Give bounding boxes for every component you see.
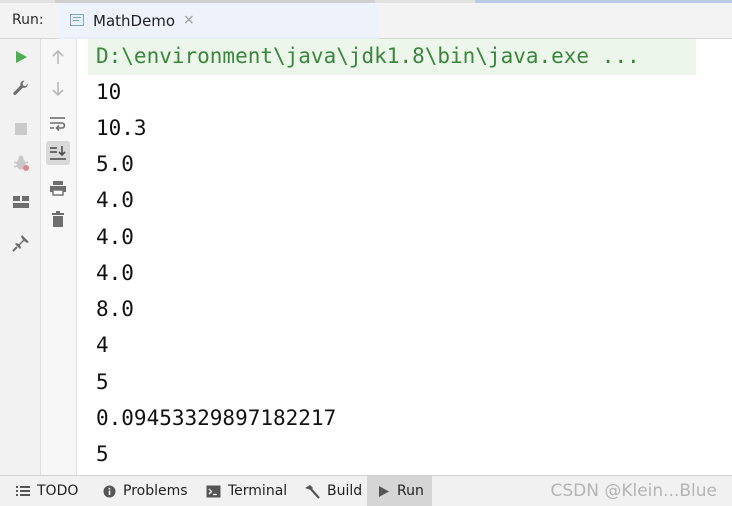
watermark-text: CSDN @Klein...Blue <box>550 481 717 501</box>
console-line: 4.0 <box>96 225 134 249</box>
problems-tool-button[interactable]: Problems <box>103 476 188 506</box>
modify-config-button[interactable] <box>9 76 33 100</box>
print-button[interactable] <box>46 176 70 200</box>
build-label: Build <box>327 483 363 499</box>
console-line: 0.09453329897182217 <box>96 406 337 430</box>
todo-tool-button[interactable]: TODO <box>16 476 78 506</box>
debug-icon <box>13 155 29 171</box>
console-line: 4.0 <box>96 261 134 285</box>
console-line: 5 <box>96 370 109 394</box>
close-tab-icon[interactable]: × <box>183 12 195 28</box>
tab-title: MathDemo <box>93 12 176 30</box>
hammer-icon <box>304 484 320 499</box>
clear-all-button[interactable] <box>46 207 70 231</box>
run-panel-label: Run: <box>12 12 44 28</box>
scroll-to-end-button[interactable] <box>46 141 70 165</box>
tool-window-bar: TODO Problems Terminal Build Run CSDN @K… <box>0 475 732 506</box>
rerun-button[interactable] <box>9 45 33 69</box>
console-toolbar <box>41 39 77 475</box>
wrench-icon <box>13 80 28 95</box>
stop-icon <box>15 123 27 135</box>
console-config-icon <box>70 14 84 26</box>
tab-mathdemo[interactable]: MathDemo × <box>58 3 378 39</box>
console-line: 10 <box>96 80 122 104</box>
next-occurrence-button[interactable] <box>46 77 70 101</box>
console-line: 5 <box>96 442 109 466</box>
console-line: 8.0 <box>96 297 134 321</box>
run-tool-button[interactable]: Run <box>367 476 432 506</box>
scroll-to-end-icon <box>50 146 66 160</box>
todo-label: TODO <box>37 483 79 499</box>
print-icon <box>50 181 66 196</box>
layout-icon <box>13 196 29 208</box>
layout-button[interactable] <box>9 190 33 214</box>
terminal-tool-button[interactable]: Terminal <box>206 476 287 506</box>
trash-icon <box>52 211 64 227</box>
previous-occurrence-button[interactable] <box>46 45 70 69</box>
terminal-icon <box>206 485 221 498</box>
stop-button[interactable] <box>9 117 33 141</box>
console-line: 4.0 <box>96 188 134 212</box>
problems-label: Problems <box>123 483 188 499</box>
pin-icon <box>12 235 29 252</box>
soft-wrap-icon <box>50 117 66 131</box>
info-circle-icon <box>103 485 116 498</box>
build-tool-button[interactable]: Build <box>304 476 362 506</box>
run-toolbar <box>0 39 41 475</box>
run-label: Run <box>397 483 424 499</box>
console-line: 4 <box>96 333 109 357</box>
run-panel-header: Run: MathDemo × <box>0 0 732 39</box>
down-arrow-icon <box>52 82 64 97</box>
run-icon <box>16 51 27 63</box>
terminal-label: Terminal <box>228 483 288 499</box>
debug-button[interactable] <box>9 151 33 175</box>
top-strip-segment <box>475 0 732 3</box>
up-arrow-icon <box>52 49 64 64</box>
pin-tab-button[interactable] <box>9 231 33 255</box>
console-command-line: D:\environment\java\jdk1.8\bin\java.exe … <box>96 44 640 68</box>
play-icon <box>378 485 390 498</box>
console-line: 5.0 <box>96 152 134 176</box>
console-output[interactable]: D:\environment\java\jdk1.8\bin\java.exe … <box>77 39 732 475</box>
list-icon <box>16 485 30 497</box>
soft-wrap-button[interactable] <box>46 111 70 135</box>
console-line: 10.3 <box>96 116 147 140</box>
